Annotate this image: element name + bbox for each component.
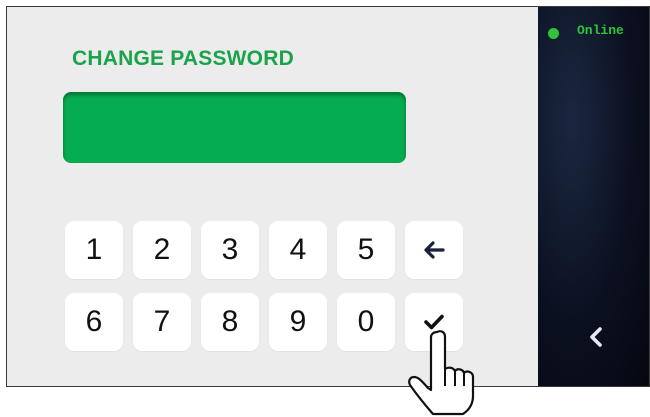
status-label: Online [577,23,624,38]
key-6[interactable]: 6 [65,293,123,351]
hand-pointer-icon [408,330,475,416]
chevron-left-icon[interactable] [586,325,606,349]
key-3[interactable]: 3 [201,221,259,279]
password-field[interactable] [63,92,406,163]
key-0[interactable]: 0 [337,293,395,351]
key-5[interactable]: 5 [337,221,395,279]
key-8[interactable]: 8 [201,293,259,351]
key-9[interactable]: 9 [269,293,327,351]
key-4[interactable]: 4 [269,221,327,279]
key-1[interactable]: 1 [65,221,123,279]
touch-screen: CHANGE PASSWORD 1 2 3 4 5 6 7 8 9 0 Onli… [6,6,650,387]
backspace-key[interactable] [405,221,463,279]
page-title: CHANGE PASSWORD [72,47,294,70]
arrow-left-icon [424,241,445,259]
status-indicator-dot [548,28,559,39]
key-7[interactable]: 7 [133,293,191,351]
key-2[interactable]: 2 [133,221,191,279]
side-panel: Online [538,7,649,386]
